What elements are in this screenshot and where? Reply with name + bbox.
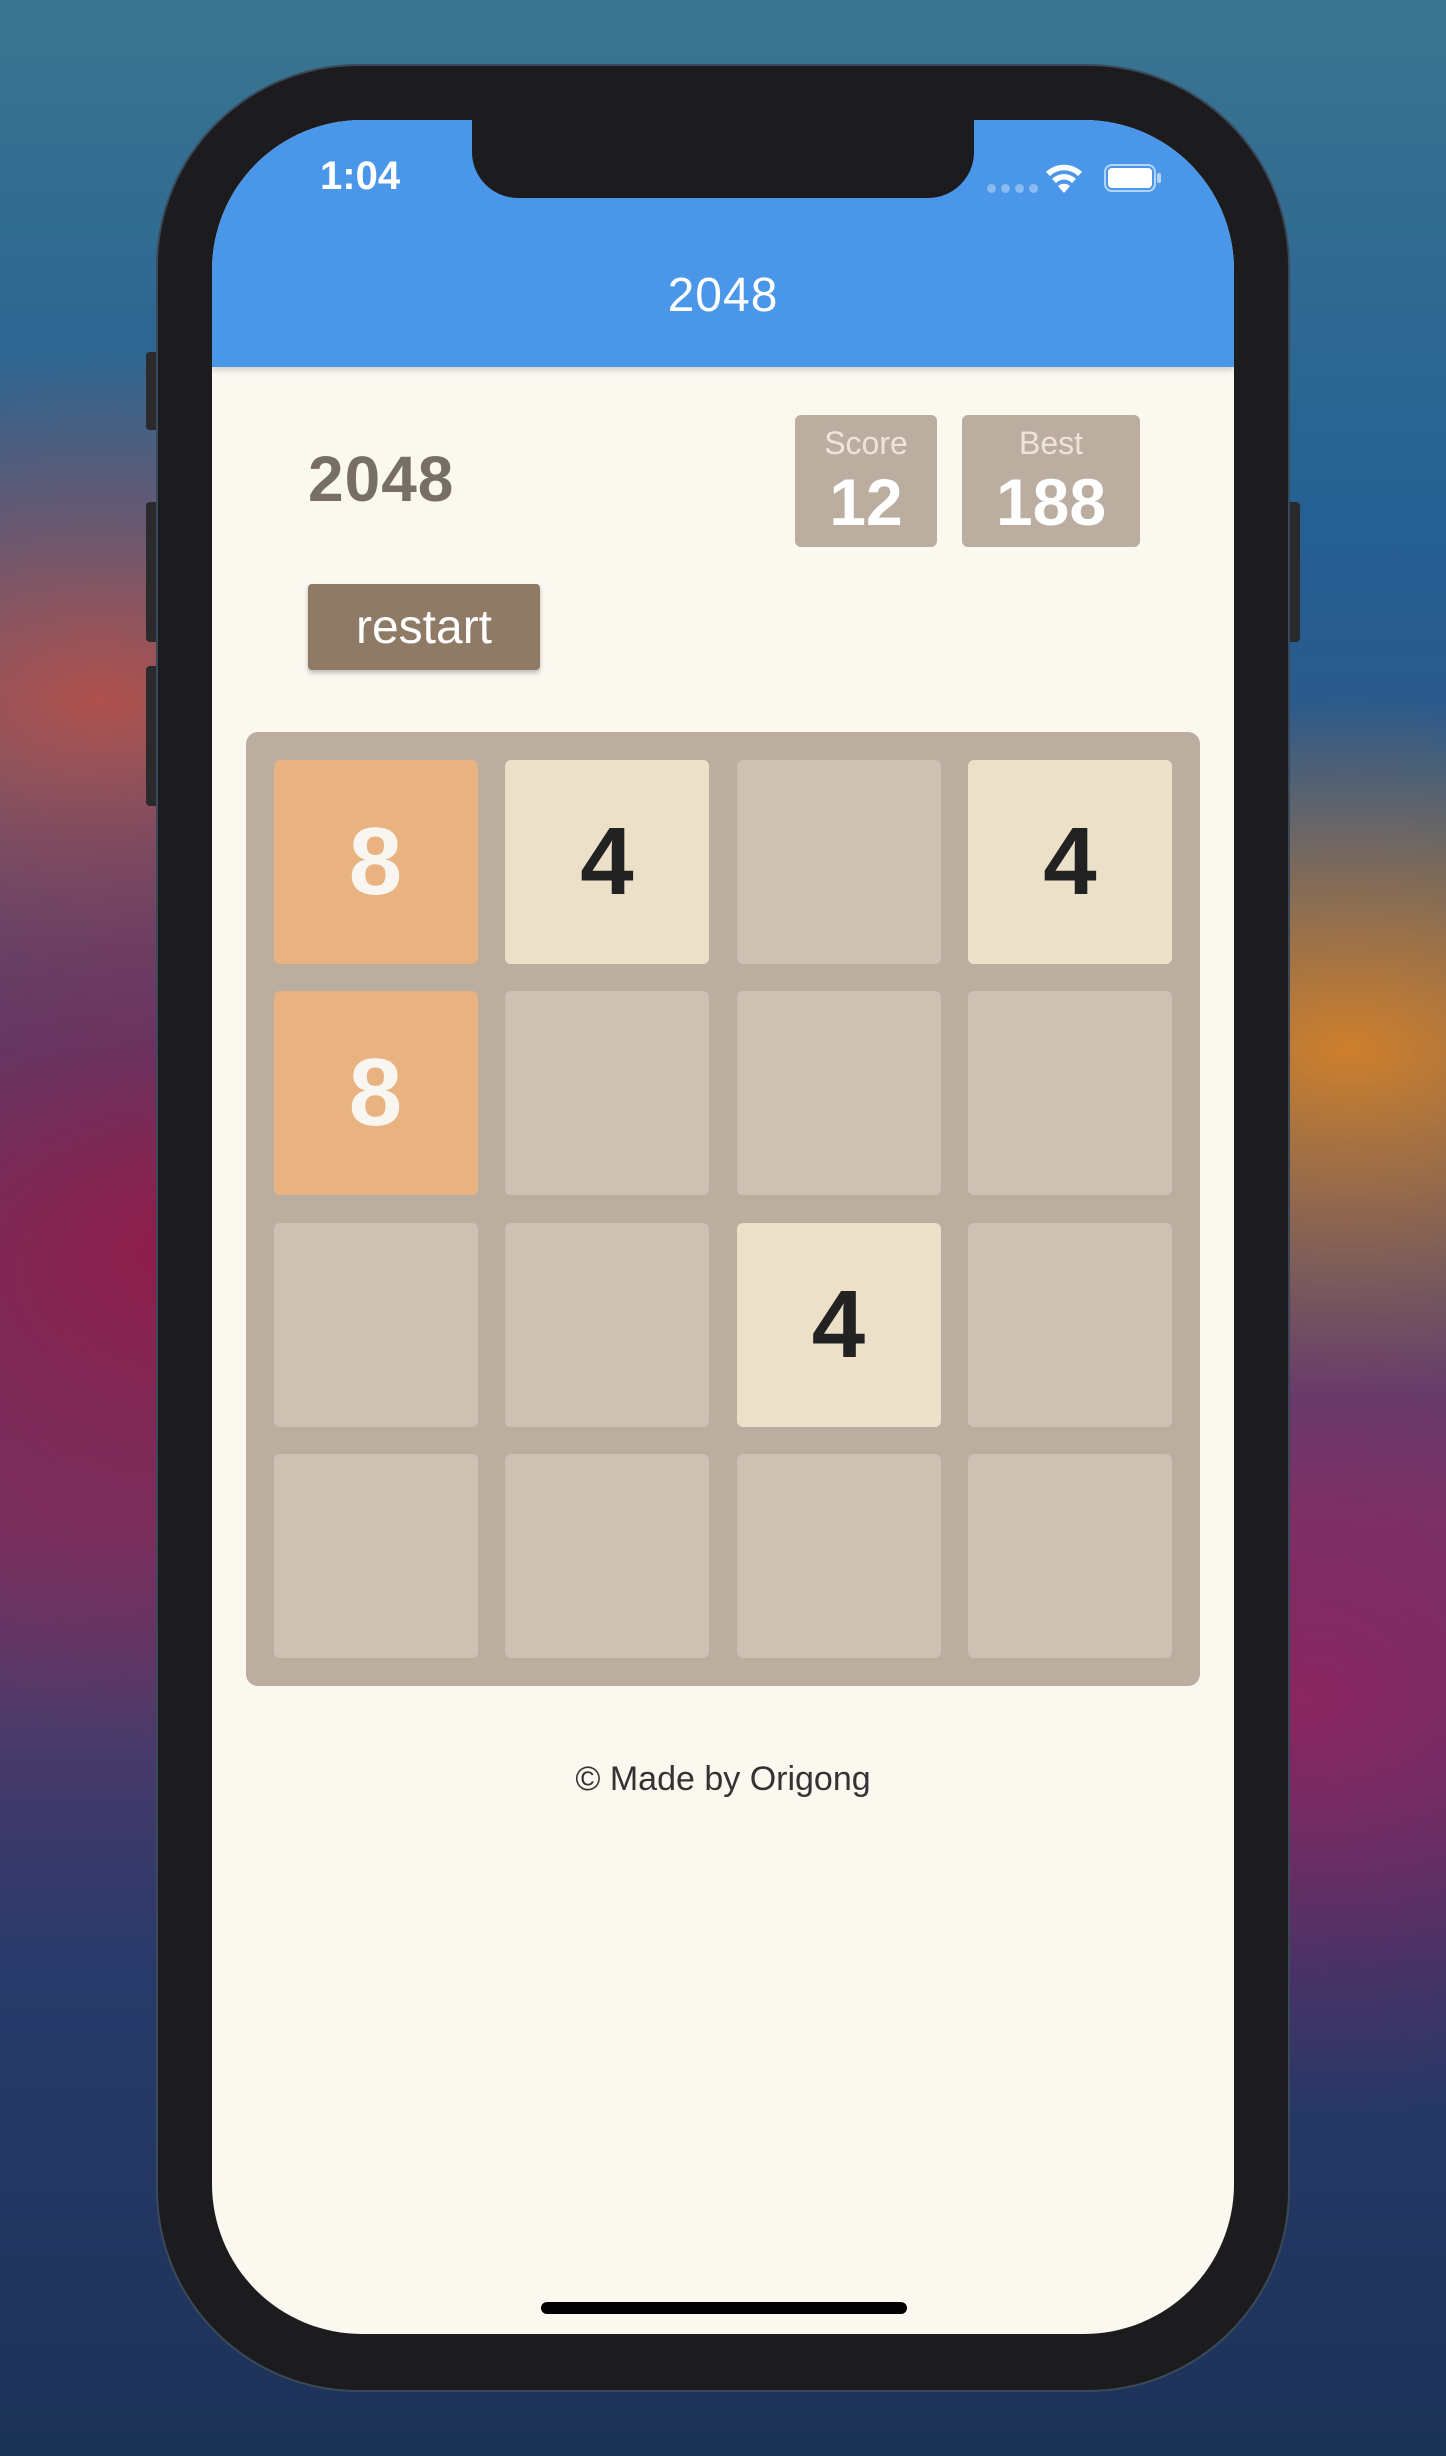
empty-cell	[736, 1454, 941, 1658]
game-title: 2048	[308, 443, 455, 515]
empty-cell	[968, 991, 1172, 1195]
empty-cell	[736, 759, 941, 964]
phone-screen: 1:04 2048 2048 Score 12 Best 188 restart…	[212, 120, 1234, 2334]
power-button	[1286, 502, 1300, 642]
app-bar: 1:04 2048	[212, 120, 1234, 367]
empty-cell	[273, 1454, 478, 1658]
empty-cell	[505, 1454, 709, 1658]
notch	[472, 120, 974, 198]
empty-cell	[505, 1222, 709, 1427]
tile-8: 8	[273, 991, 478, 1195]
restart-button[interactable]: restart	[308, 584, 540, 670]
score-value: 12	[829, 465, 903, 539]
game-board[interactable]: 84484	[246, 732, 1200, 1686]
empty-cell	[273, 1222, 478, 1427]
empty-cell	[968, 1222, 1172, 1427]
best-value: 188	[995, 465, 1107, 539]
empty-cell	[505, 991, 709, 1195]
empty-cell	[968, 1454, 1172, 1658]
tile-8: 8	[273, 759, 478, 964]
footer-credit: © Made by Origong	[575, 1760, 871, 1798]
wifi-icon	[1046, 164, 1082, 193]
home-indicator[interactable]	[541, 2302, 907, 2314]
score-label: Score	[824, 425, 908, 461]
best-label: Best	[1018, 425, 1084, 461]
tile-4: 4	[505, 759, 709, 964]
empty-cell	[736, 991, 941, 1195]
cellular-signal-icon	[987, 184, 1038, 193]
score-box: Score 12	[795, 415, 937, 547]
tile-4: 4	[736, 1222, 941, 1427]
best-score-box: Best 188	[962, 415, 1140, 547]
app-bar-title: 2048	[667, 269, 779, 322]
battery-icon	[1104, 164, 1161, 192]
status-time: 1:04	[320, 154, 401, 198]
tile-4: 4	[968, 759, 1172, 964]
